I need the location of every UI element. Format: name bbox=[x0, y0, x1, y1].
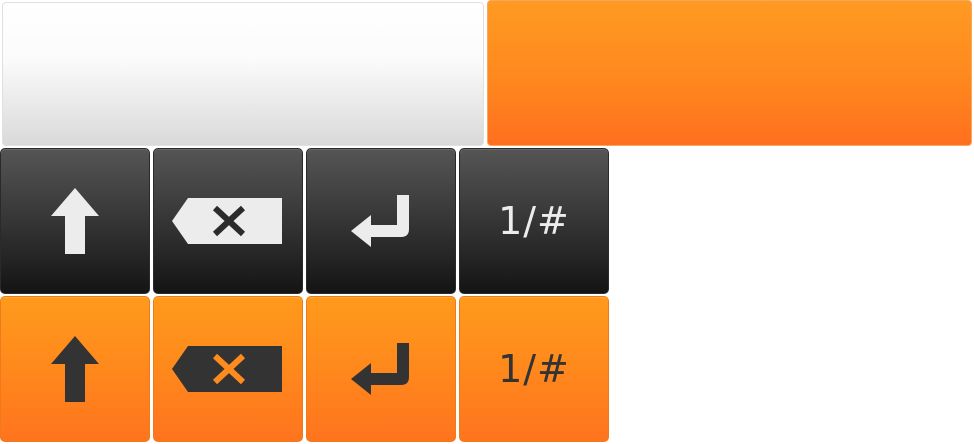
white-key-bar[interactable] bbox=[2, 2, 484, 146]
dark-keyboard-row: 1/# bbox=[0, 148, 612, 294]
backspace-icon bbox=[172, 346, 282, 392]
shift-key-orange[interactable] bbox=[0, 296, 150, 442]
enter-arrow-icon bbox=[351, 195, 409, 247]
shift-key-dark[interactable] bbox=[0, 148, 150, 294]
symbols-key-orange[interactable]: 1/# bbox=[459, 296, 609, 442]
enter-key-orange[interactable] bbox=[306, 296, 456, 442]
backspace-key-orange[interactable] bbox=[153, 296, 303, 442]
orange-keyboard-row: 1/# bbox=[0, 296, 612, 442]
shift-arrow-icon bbox=[51, 188, 99, 254]
symbols-key-label: 1/# bbox=[498, 199, 570, 243]
shift-arrow-icon bbox=[51, 336, 99, 402]
backspace-key-dark[interactable] bbox=[153, 148, 303, 294]
orange-key-bar[interactable] bbox=[487, 0, 972, 146]
symbols-key-label: 1/# bbox=[498, 347, 570, 391]
enter-arrow-icon bbox=[351, 343, 409, 395]
symbols-key-dark[interactable]: 1/# bbox=[459, 148, 609, 294]
backspace-icon bbox=[172, 198, 282, 244]
enter-key-dark[interactable] bbox=[306, 148, 456, 294]
